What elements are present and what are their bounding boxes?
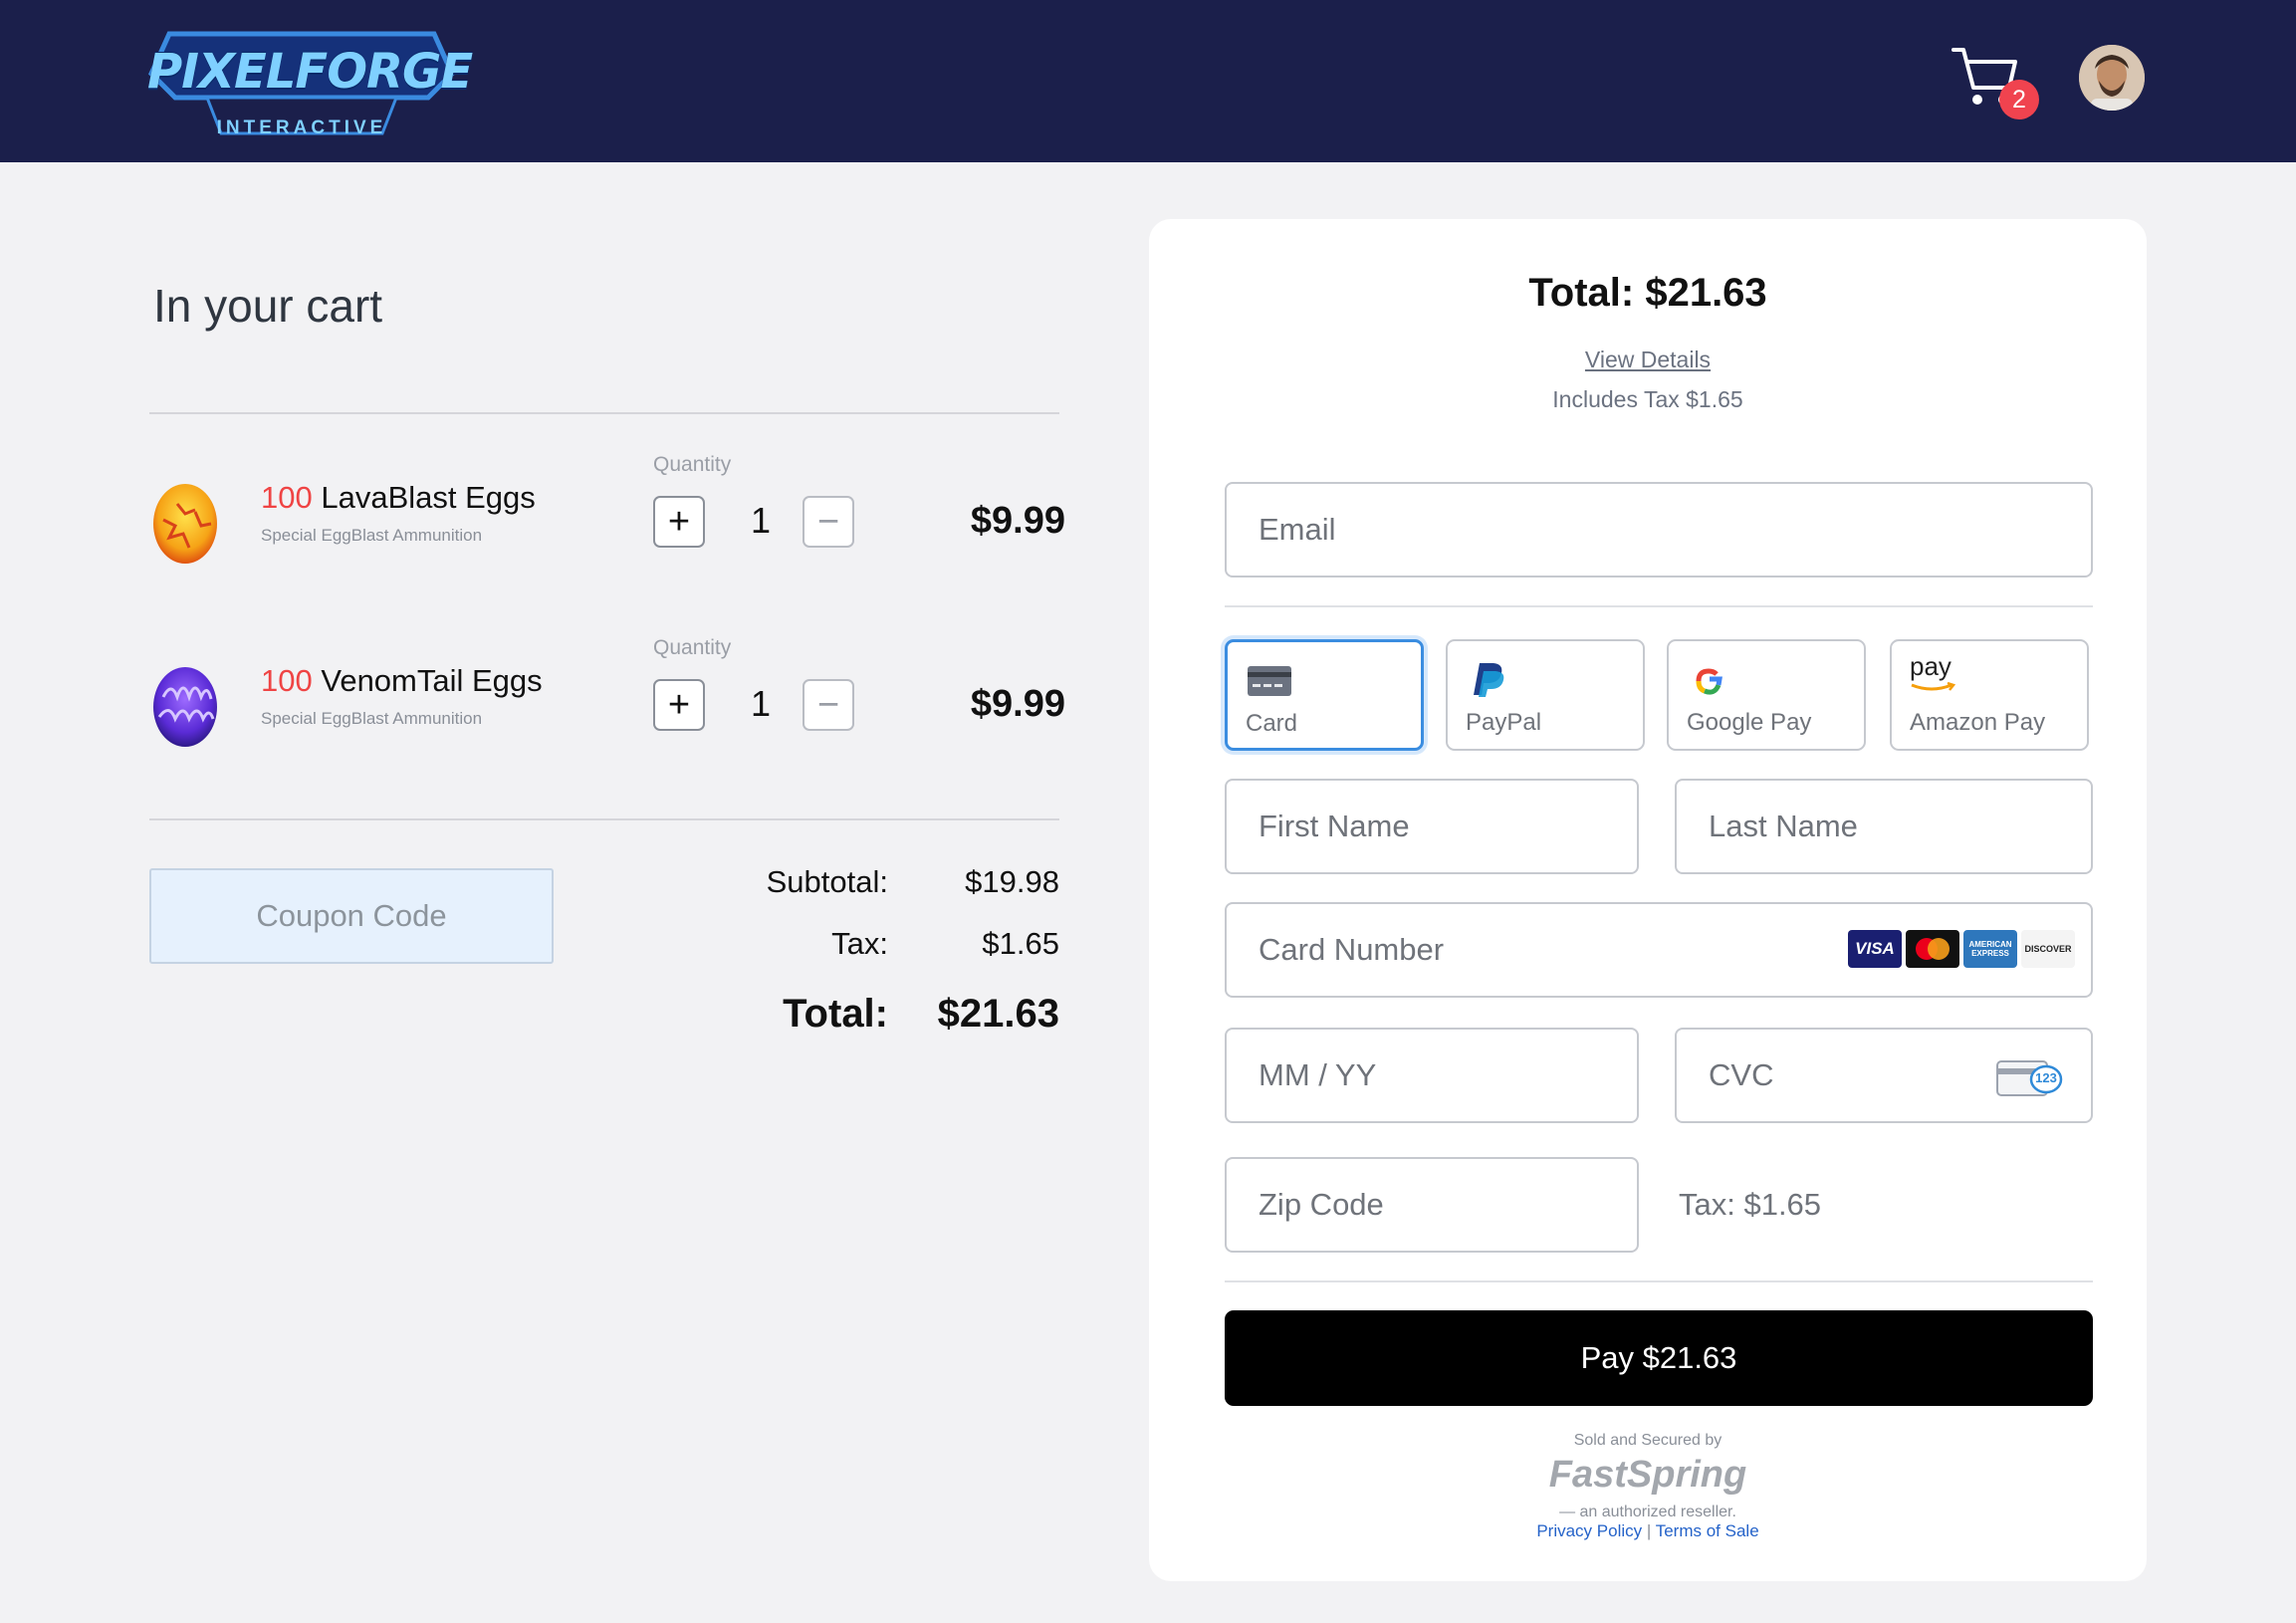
quantity-increase-button[interactable]: + xyxy=(653,496,705,548)
last-name-field[interactable] xyxy=(1675,779,2093,874)
expiry-input[interactable] xyxy=(1227,1030,1637,1121)
reseller-note: — an authorized reseller. xyxy=(1559,1504,1736,1520)
legal-separator: | xyxy=(1646,1521,1652,1540)
payment-tab-label: PayPal xyxy=(1466,709,1542,736)
mastercard-logo-icon: mastercard xyxy=(1906,930,1959,968)
cart-button[interactable]: 2 xyxy=(1950,42,2039,121)
amazon-pay-mark: pay xyxy=(1910,651,1952,681)
tax-value: $1.65 xyxy=(982,926,1059,961)
payment-tab-paypal[interactable]: PayPal xyxy=(1446,639,1645,751)
fastspring-logo: FastSpring xyxy=(1548,1454,1747,1496)
item-price: $9.99 xyxy=(970,500,1065,542)
total-value: $21.63 xyxy=(937,992,1059,1036)
quantity-label: Quantity xyxy=(653,636,732,659)
zip-code-input[interactable] xyxy=(1227,1159,1637,1251)
pay-divider xyxy=(1225,1280,2093,1282)
payment-tab-card[interactable]: Card xyxy=(1225,639,1424,751)
credit-card-icon xyxy=(1248,666,1291,696)
pixelforge-logo[interactable]: PIXELFORGE INTERACTIVE xyxy=(147,22,473,143)
subtotal-label: Subtotal: xyxy=(766,864,888,899)
quantity-label: Quantity xyxy=(653,453,732,476)
cart-bottom-divider xyxy=(149,818,1059,820)
user-avatar-icon xyxy=(2079,45,2145,111)
includes-tax-text: Includes Tax $1.65 xyxy=(1552,386,1743,412)
legal-links: Privacy Policy | Terms of Sale xyxy=(1149,1521,2147,1541)
total-label: Total: xyxy=(783,992,888,1036)
card-number-field[interactable]: VISA mastercard AMERICAN EXPRESS DISCOVE… xyxy=(1225,902,2093,998)
logo-title: PIXELFORGE xyxy=(147,44,473,100)
payment-tab-amazon-pay[interactable]: pay Amazon Pay xyxy=(1890,639,2089,751)
quantity-decrease-button[interactable]: − xyxy=(803,679,854,731)
item-subtitle: Special EggBlast Ammunition xyxy=(261,526,483,545)
cart-item-lavablast: 100 LavaBlast Eggs Special EggBlast Ammu… xyxy=(149,453,1065,576)
item-price: $9.99 xyxy=(970,683,1065,725)
paypal-icon xyxy=(1474,663,1504,697)
item-bundle-count: 100 xyxy=(261,480,313,515)
email-field[interactable] xyxy=(1225,482,2093,578)
zip-code-field[interactable] xyxy=(1225,1157,1639,1253)
tax-label: Tax: xyxy=(831,926,888,961)
sold-by-text: Sold and Secured by xyxy=(1573,1432,1722,1449)
checkout-panel: Total: $21.63 View Details Includes Tax … xyxy=(1149,219,2147,1581)
quantity-value: 1 xyxy=(750,683,772,724)
card-brand-logos: VISA mastercard AMERICAN EXPRESS DISCOVE… xyxy=(1848,930,2075,968)
cart-heading: In your cart xyxy=(153,280,383,332)
cart-item-venomtail: 100 VenomTail Eggs Special EggBlast Ammu… xyxy=(149,636,1065,759)
amazon-pay-icon: pay xyxy=(1910,651,1957,691)
first-name-field[interactable] xyxy=(1225,779,1639,874)
last-name-input[interactable] xyxy=(1677,781,2091,872)
venom-egg-icon xyxy=(149,657,221,749)
tax-note: Tax: $1.65 xyxy=(1679,1187,1822,1222)
view-details-link[interactable]: View Details xyxy=(1149,347,2147,373)
lava-egg-icon xyxy=(149,474,221,566)
visa-logo-icon: VISA xyxy=(1848,930,1902,968)
google-icon xyxy=(1696,668,1722,695)
logo-subtitle: INTERACTIVE xyxy=(216,117,387,138)
coupon-code-input[interactable]: Coupon Code xyxy=(149,868,554,964)
item-name: LavaBlast Eggs xyxy=(321,480,536,515)
first-name-input[interactable] xyxy=(1227,781,1637,872)
quantity-decrease-button[interactable]: − xyxy=(803,496,854,548)
email-input[interactable] xyxy=(1227,484,2091,576)
quantity-value: 1 xyxy=(750,500,772,541)
subtotal-value: $19.98 xyxy=(965,864,1059,899)
payment-tab-label: Card xyxy=(1246,710,1298,737)
cvc-card-icon: 123 xyxy=(1995,1057,2063,1099)
cvc-hint: 123 xyxy=(2035,1070,2057,1085)
email-divider xyxy=(1225,605,2093,607)
pay-button[interactable]: Pay $21.63 xyxy=(1225,1310,2093,1406)
privacy-policy-link[interactable]: Privacy Policy xyxy=(1536,1521,1642,1540)
cart-item-title: 100 LavaBlast Eggs xyxy=(261,480,536,516)
cart-item-title: 100 VenomTail Eggs xyxy=(261,663,543,699)
payment-tab-label: Amazon Pay xyxy=(1910,709,2046,736)
terms-of-sale-link[interactable]: Terms of Sale xyxy=(1656,1521,1759,1540)
quantity-increase-button[interactable]: + xyxy=(653,679,705,731)
checkout-total: Total: $21.63 xyxy=(1528,271,1767,315)
cvc-field[interactable]: 123 xyxy=(1675,1028,2093,1123)
amex-logo-icon: AMERICAN EXPRESS xyxy=(1963,930,2017,968)
user-avatar[interactable] xyxy=(2079,45,2145,111)
cart-count-badge: 2 xyxy=(1999,80,2039,119)
item-bundle-count: 100 xyxy=(261,663,313,698)
expiry-field[interactable] xyxy=(1225,1028,1639,1123)
top-navigation-bar: PIXELFORGE INTERACTIVE 2 xyxy=(0,0,2296,162)
cart-top-divider xyxy=(149,412,1059,414)
item-name: VenomTail Eggs xyxy=(321,663,543,698)
discover-logo-icon: DISCOVER xyxy=(2021,930,2075,968)
payment-tab-label: Google Pay xyxy=(1687,709,1812,736)
item-subtitle: Special EggBlast Ammunition xyxy=(261,709,483,728)
payment-tab-google-pay[interactable]: Google Pay xyxy=(1667,639,1866,751)
